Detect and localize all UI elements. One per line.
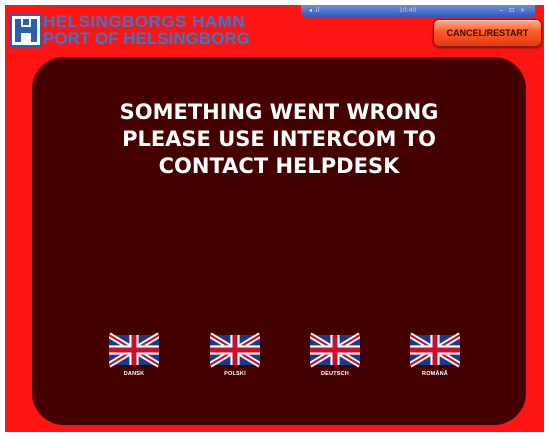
language-label: POLSKI <box>224 371 246 377</box>
uk-flag-icon <box>210 332 260 368</box>
language-label: ROMÂNĂ <box>422 371 448 377</box>
os-taskbar: ◂ .il 10:40 ‒ ⊡ × <box>301 5 535 17</box>
language-label: DANSK <box>123 371 145 377</box>
language-label: DEUTSCH <box>321 371 349 377</box>
taskbar-clock: 10:40 <box>399 7 417 14</box>
uk-flag-icon <box>109 332 159 368</box>
kiosk-screen: ◂ .il 10:40 ‒ ⊡ × HELSINGBORGS HAMN PORT… <box>5 5 544 432</box>
cancel-restart-button[interactable]: CANCEL/RESTART <box>433 19 542 47</box>
uk-flag-icon <box>310 332 360 368</box>
port-logo-icon <box>10 14 42 47</box>
language-button-polski[interactable]: POLSKI <box>200 331 270 377</box>
message-panel: SOMETHING WENT WRONG PLEASE USE INTERCOM… <box>32 57 526 425</box>
taskbar-status: ◂ .il <box>309 7 320 14</box>
brand-name-english: PORT OF HELSINGBORG <box>43 29 250 48</box>
uk-flag-icon <box>410 332 460 368</box>
language-button-romana[interactable]: ROMÂNĂ <box>400 331 470 377</box>
error-message: SOMETHING WENT WRONG PLEASE USE INTERCOM… <box>32 99 526 180</box>
language-button-dansk[interactable]: DANSK <box>99 331 169 377</box>
language-button-deutsch[interactable]: DEUTSCH <box>300 331 370 377</box>
error-message-line-3: CONTACT HELPDESK <box>158 154 400 178</box>
window-controls[interactable]: ‒ ⊡ × <box>499 5 527 17</box>
error-message-line-1: SOMETHING WENT WRONG <box>119 100 439 124</box>
error-message-line-2: PLEASE USE INTERCOM TO <box>122 127 436 151</box>
